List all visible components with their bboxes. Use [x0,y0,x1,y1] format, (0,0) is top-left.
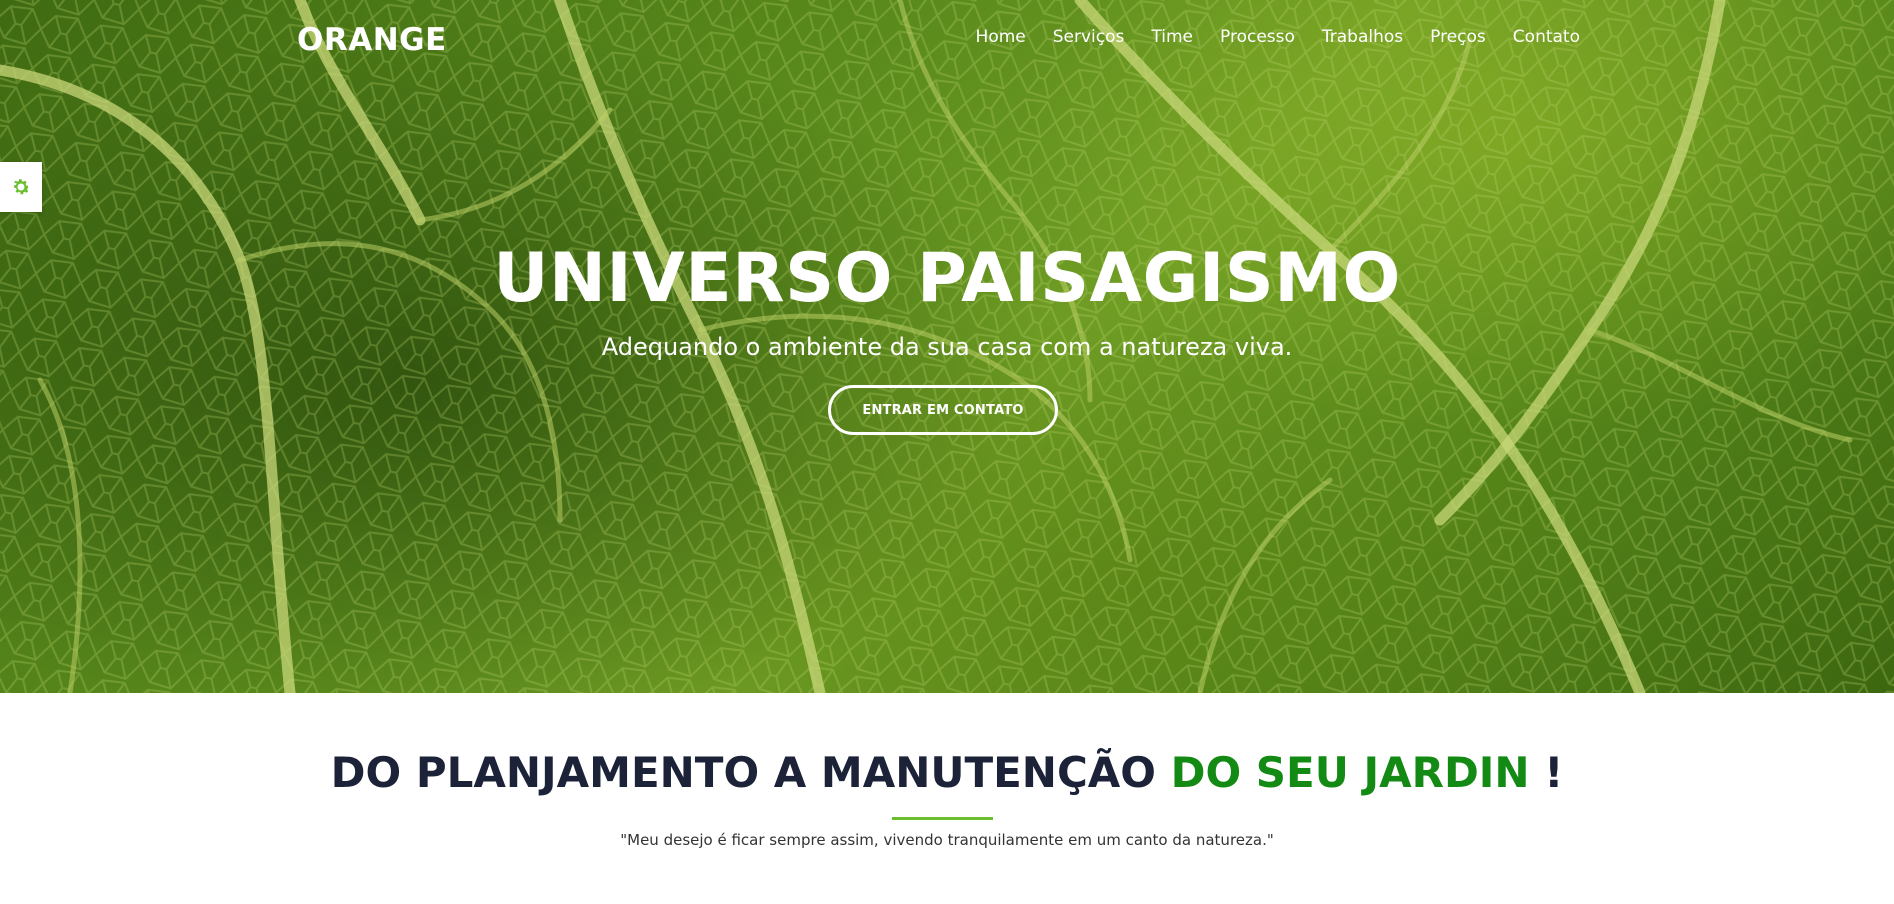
gear-icon [13,179,30,195]
section-title: DO PLANJAMENTO A MANUTENÇÃO DO SEU JARDI… [0,752,1894,794]
nav-item-precos[interactable]: Preços [1430,27,1486,47]
section-title-end: ! [1544,748,1564,797]
hero-section: ORANGE Home Serviços Time Processo Traba… [0,0,1894,693]
nav-item-processo[interactable]: Processo [1220,27,1295,47]
intro-quote: "Meu desejo é ficar sempre assim, vivend… [620,831,1274,849]
site-logo[interactable]: ORANGE [297,22,447,58]
title-divider [892,817,993,820]
settings-toggle-button[interactable] [0,162,42,212]
nav-item-contato[interactable]: Contato [1513,27,1580,47]
contact-cta-button[interactable]: ENTRAR EM CONTATO [828,385,1058,435]
section-title-accent: DO SEU JARDIN [1170,748,1530,797]
nav-item-trabalhos[interactable]: Trabalhos [1322,27,1403,47]
hero-title: UNIVERSO PAISAGISMO [493,239,1401,318]
section-title-main: DO PLANJAMENTO A MANUTENÇÃO [330,748,1156,797]
nav-item-home[interactable]: Home [976,27,1026,47]
nav-item-servicos[interactable]: Serviços [1053,27,1125,47]
main-navigation: Home Serviços Time Processo Trabalhos Pr… [949,27,1580,47]
nav-item-time[interactable]: Time [1151,27,1193,47]
hero-subtitle: Adequando o ambiente da sua casa com a n… [601,333,1293,361]
